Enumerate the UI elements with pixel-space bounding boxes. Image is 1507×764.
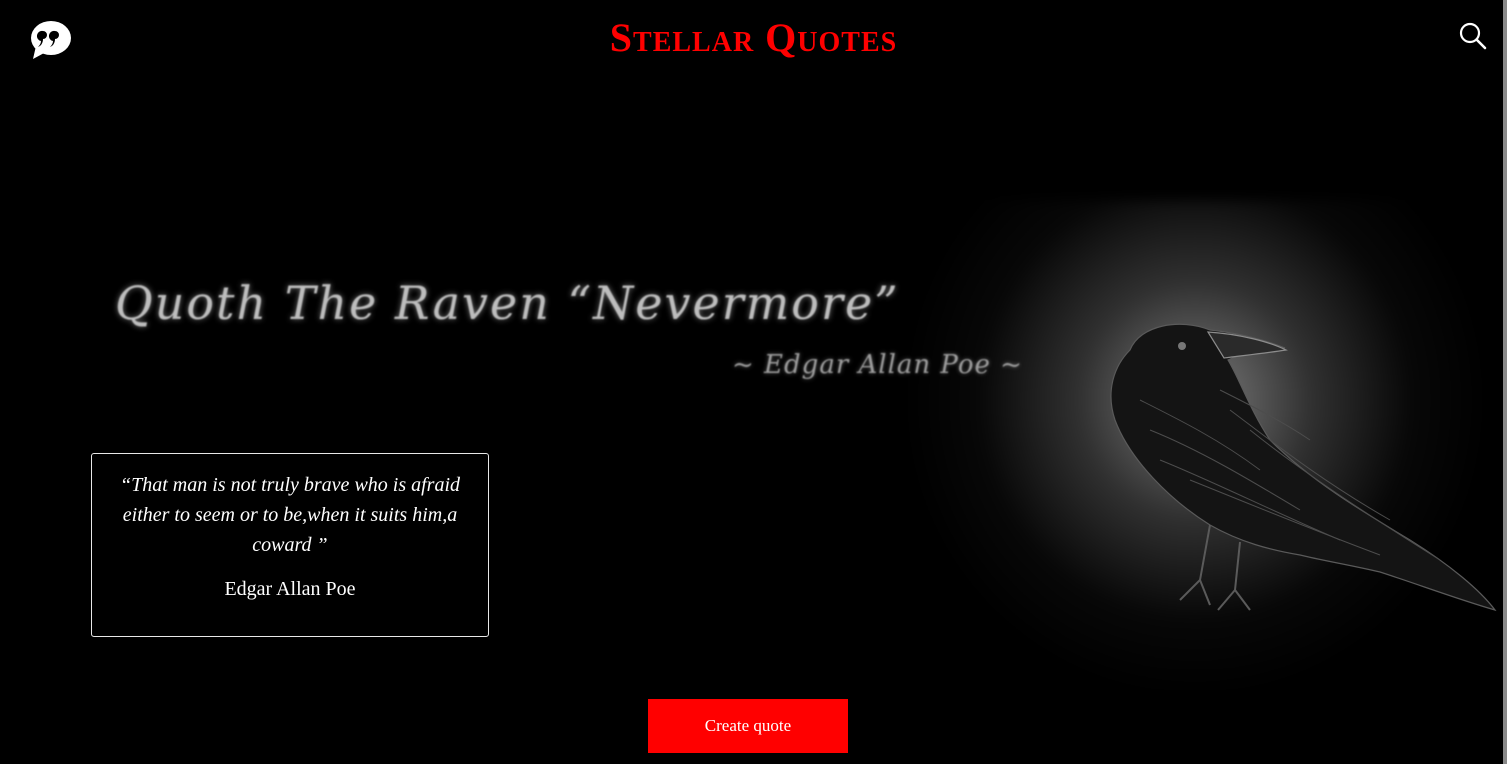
quote-author: Edgar Allan Poe [224,578,356,600]
quote-text: “That man is not truly brave who is afra… [119,474,461,556]
hero-script-quote: Quoth The Raven “Nevermore” [115,276,900,330]
hero-script-attribution: ~ Edgar Allan Poe ~ [732,350,1023,380]
create-quote-button[interactable]: Create quote [648,699,848,753]
quote-card: “That man is not truly brave who is afra… [91,453,489,637]
hero-banner: Quoth The Raven “Nevermore” ~ Edgar Alla… [0,80,1503,690]
window-scrollbar-edge [1503,0,1507,764]
top-navbar: Stellar Quotes [0,0,1507,80]
raven-illustration [1110,323,1497,612]
search-icon[interactable] [1458,21,1488,51]
site-title[interactable]: Stellar Quotes [0,12,1507,64]
